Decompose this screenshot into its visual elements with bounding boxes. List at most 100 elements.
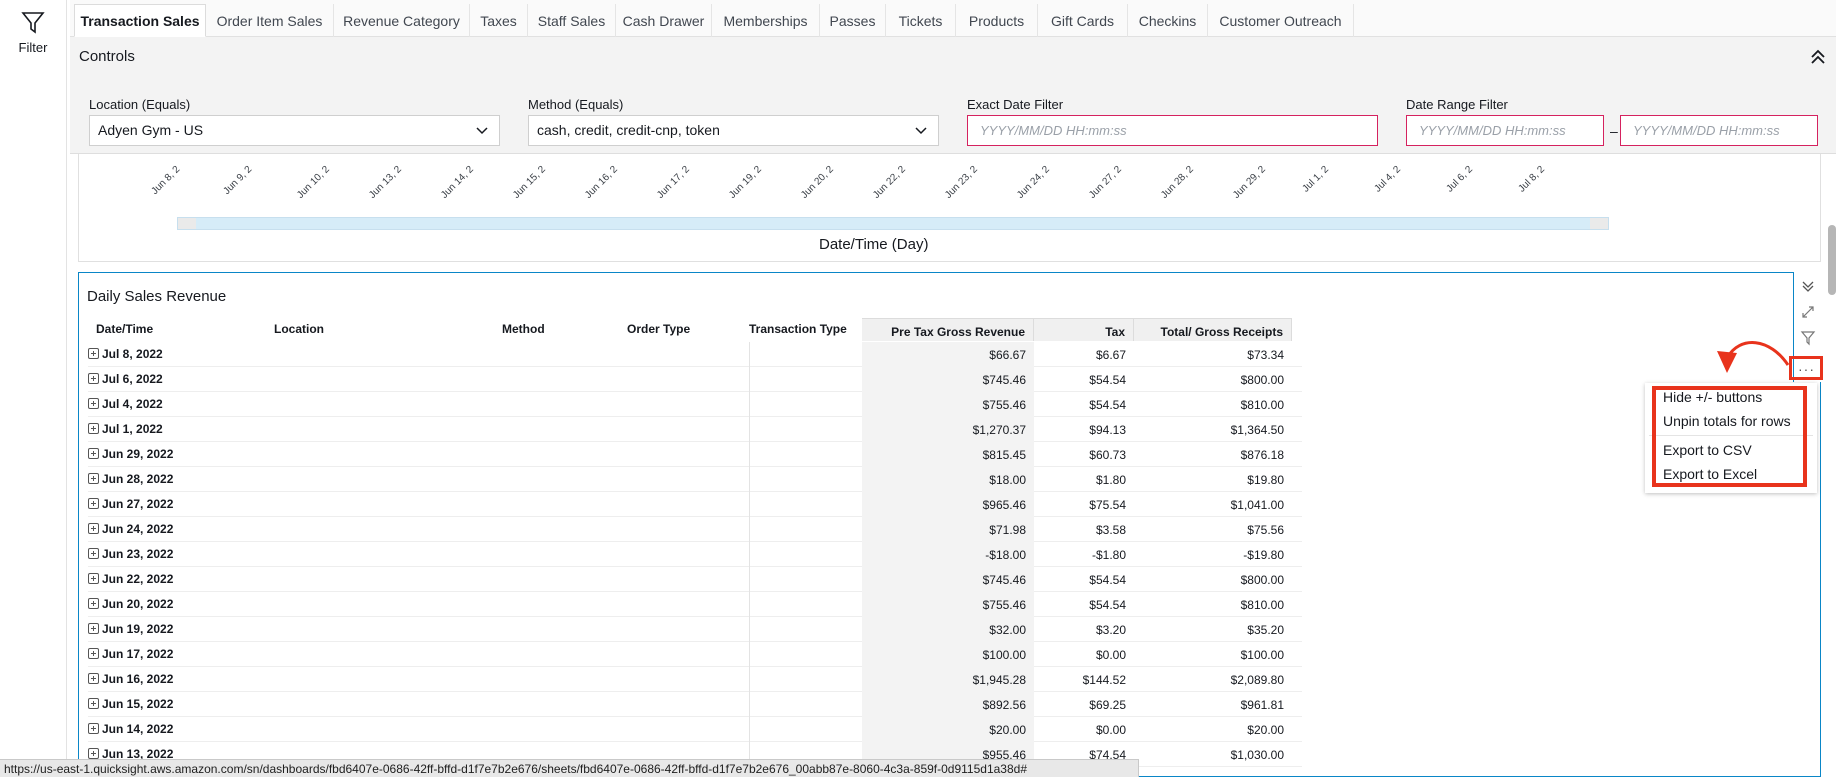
- column-header-date[interactable]: Date/Time: [96, 318, 153, 341]
- expand-row-icon[interactable]: [88, 348, 99, 359]
- tab-order-item-sales[interactable]: Order Item Sales: [206, 4, 334, 37]
- x-axis-tick: Jun 10, 2: [295, 164, 332, 201]
- table-row[interactable]: Jun 14, 2022 $20.00 $0.00 $20.00: [88, 717, 1302, 742]
- cell-tax: $0.00: [1095, 723, 1126, 737]
- chevron-double-up-icon[interactable]: [1808, 47, 1828, 67]
- table-row[interactable]: Jun 20, 2022 $755.46 $54.54 $810.00: [88, 592, 1302, 617]
- table-row[interactable]: Jun 27, 2022 $965.46 $75.54 $1,041.00: [88, 492, 1302, 517]
- cell-pretax: $815.45: [862, 442, 1034, 467]
- expand-row-icon[interactable]: [88, 648, 99, 659]
- column-header-transaction-type[interactable]: Transaction Type: [749, 318, 847, 341]
- cell-tax: -$1.80: [1091, 548, 1126, 562]
- table-row[interactable]: Jun 28, 2022 $18.00 $1.80 $19.80: [88, 467, 1302, 492]
- collapse-icon[interactable]: [1800, 278, 1816, 294]
- expand-row-icon[interactable]: [88, 623, 99, 634]
- cell-pretax: $18.00: [862, 467, 1034, 492]
- exact-date-input[interactable]: YYYY/MM/DD HH:mm:ss: [967, 115, 1378, 146]
- cell-total: $75.56: [1247, 523, 1284, 537]
- tab-staff-sales[interactable]: Staff Sales: [528, 4, 616, 37]
- column-divider: [749, 667, 750, 692]
- expand-row-icon[interactable]: [88, 698, 99, 709]
- column-header-tax[interactable]: Tax: [1034, 318, 1134, 341]
- slider-handle-right[interactable]: [1590, 218, 1608, 229]
- expand-row-icon[interactable]: [88, 598, 99, 609]
- slider-handle-left[interactable]: [178, 218, 196, 229]
- expand-icon[interactable]: [1800, 304, 1816, 320]
- tab-tickets[interactable]: Tickets: [886, 4, 956, 37]
- x-axis-tick: Jun 14, 2: [439, 164, 476, 201]
- column-header-method[interactable]: Method: [502, 318, 545, 341]
- funnel-icon: [21, 12, 45, 34]
- table-row[interactable]: Jun 17, 2022 $100.00 $0.00 $100.00: [88, 642, 1302, 667]
- table-row[interactable]: Jun 24, 2022 $71.98 $3.58 $75.56: [88, 517, 1302, 542]
- expand-row-icon[interactable]: [88, 523, 99, 534]
- cell-tax: $54.54: [1089, 398, 1126, 412]
- table-row[interactable]: Jul 6, 2022 $745.46 $54.54 $800.00: [88, 367, 1302, 392]
- date-range-from-input[interactable]: YYYY/MM/DD HH:mm:ss: [1406, 115, 1604, 146]
- tab-taxes[interactable]: Taxes: [470, 4, 528, 37]
- row-date: Jun 28, 2022: [102, 472, 174, 486]
- cell-pretax: $745.46: [862, 567, 1034, 592]
- cell-pretax: $745.46: [862, 367, 1034, 392]
- filter-button[interactable]: Filter: [8, 10, 58, 60]
- tab-revenue-category[interactable]: Revenue Category: [334, 4, 470, 37]
- more-options-icon[interactable]: ···: [1798, 361, 1815, 377]
- tab-transaction-sales[interactable]: Transaction Sales: [74, 4, 206, 37]
- column-header-order-type[interactable]: Order Type: [627, 318, 690, 341]
- date-range-to-input[interactable]: YYYY/MM/DD HH:mm:ss: [1620, 115, 1818, 146]
- cell-total: $961.81: [1240, 698, 1284, 712]
- tab-checkins[interactable]: Checkins: [1128, 4, 1208, 37]
- expand-row-icon[interactable]: [88, 748, 99, 759]
- column-header-total[interactable]: Total/ Gross Receipts: [1134, 318, 1292, 341]
- expand-row-icon[interactable]: [88, 498, 99, 509]
- table-row[interactable]: Jul 8, 2022 $66.67 $6.67 $73.34: [88, 342, 1302, 367]
- cell-total: $1,030.00: [1230, 748, 1284, 762]
- column-header-pretax[interactable]: Pre Tax Gross Revenue: [862, 318, 1034, 341]
- expand-row-icon[interactable]: [88, 548, 99, 559]
- table-row[interactable]: Jun 22, 2022 $745.46 $54.54 $800.00: [88, 567, 1302, 592]
- cell-total: $35.20: [1247, 623, 1284, 637]
- expand-row-icon[interactable]: [88, 473, 99, 484]
- chevron-down-icon: [476, 127, 488, 135]
- row-date: Jun 23, 2022: [102, 547, 174, 561]
- table-row[interactable]: Jun 29, 2022 $815.45 $60.73 $876.18: [88, 442, 1302, 467]
- tab-cash-drawer[interactable]: Cash Drawer: [616, 4, 712, 37]
- table-row[interactable]: Jul 1, 2022 $1,270.37 $94.13 $1,364.50: [88, 417, 1302, 442]
- date-range-separator: –: [1610, 123, 1618, 139]
- expand-row-icon[interactable]: [88, 448, 99, 459]
- tab-memberships[interactable]: Memberships: [712, 4, 820, 37]
- expand-row-icon[interactable]: [88, 373, 99, 384]
- status-url-bar: https://us-east-1.quicksight.aws.amazon.…: [0, 759, 1139, 777]
- funnel-icon[interactable]: [1800, 330, 1816, 346]
- cell-total: $800.00: [1240, 573, 1284, 587]
- table-row[interactable]: Jun 19, 2022 $32.00 $3.20 $35.20: [88, 617, 1302, 642]
- x-axis-tick: Jul 4, 2: [1372, 164, 1404, 195]
- expand-row-icon[interactable]: [88, 573, 99, 584]
- expand-row-icon[interactable]: [88, 723, 99, 734]
- column-header-location[interactable]: Location: [274, 318, 324, 341]
- expand-row-icon[interactable]: [88, 673, 99, 684]
- tab-gift-cards[interactable]: Gift Cards: [1038, 4, 1128, 37]
- range-slider[interactable]: [177, 217, 1609, 230]
- table-row[interactable]: Jun 23, 2022 -$18.00 -$1.80 -$19.80: [88, 542, 1302, 567]
- cell-tax: $94.13: [1089, 423, 1126, 437]
- method-select[interactable]: cash, credit, credit-cnp, token: [528, 115, 939, 146]
- cell-pretax: $20.00: [862, 717, 1034, 742]
- tab-products[interactable]: Products: [956, 4, 1038, 37]
- visual-title: Daily Sales Revenue: [87, 288, 227, 305]
- page-scrollbar[interactable]: [1828, 225, 1836, 295]
- x-axis-tick: Jul 6, 2: [1444, 164, 1476, 195]
- table-row[interactable]: Jun 15, 2022 $892.56 $69.25 $961.81: [88, 692, 1302, 717]
- column-divider: [749, 342, 750, 367]
- x-axis-tick: Jun 24, 2: [1015, 164, 1052, 201]
- tab-passes[interactable]: Passes: [820, 4, 886, 37]
- expand-row-icon[interactable]: [88, 423, 99, 434]
- table-row[interactable]: Jul 4, 2022 $755.46 $54.54 $810.00: [88, 392, 1302, 417]
- expand-row-icon[interactable]: [88, 398, 99, 409]
- cell-pretax: $892.56: [862, 692, 1034, 717]
- location-select[interactable]: Adyen Gym - US: [89, 115, 500, 146]
- cell-pretax: $66.67: [862, 342, 1034, 367]
- x-axis-tick: Jul 8, 2: [1516, 164, 1548, 195]
- table-row[interactable]: Jun 16, 2022 $1,945.28 $144.52 $2,089.80: [88, 667, 1302, 692]
- tab-customer-outreach[interactable]: Customer Outreach: [1208, 4, 1354, 37]
